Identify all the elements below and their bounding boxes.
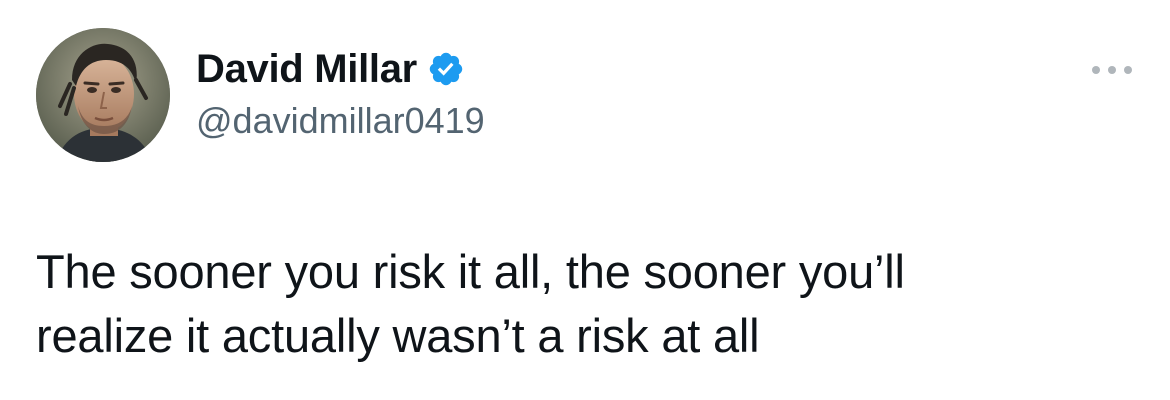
- avatar[interactable]: [36, 28, 170, 162]
- tweet-text-line: The sooner you risk it all, the sooner y…: [36, 245, 905, 298]
- more-options-icon: [1092, 66, 1132, 74]
- profile-photo-icon: [36, 28, 170, 162]
- tweet-text: The sooner you risk it all, the sooner y…: [36, 240, 1136, 368]
- tweet-card: David Millar @davidmillar0419 The sooner…: [0, 0, 1170, 400]
- author-name-row: David Millar: [196, 42, 465, 96]
- author-handle[interactable]: @davidmillar0419: [196, 100, 485, 142]
- more-options-button[interactable]: [1088, 58, 1136, 82]
- display-name[interactable]: David Millar: [196, 47, 417, 92]
- tweet-text-line: realize it actually wasn’t a risk at all: [36, 309, 760, 362]
- verified-badge-icon[interactable]: [427, 50, 465, 88]
